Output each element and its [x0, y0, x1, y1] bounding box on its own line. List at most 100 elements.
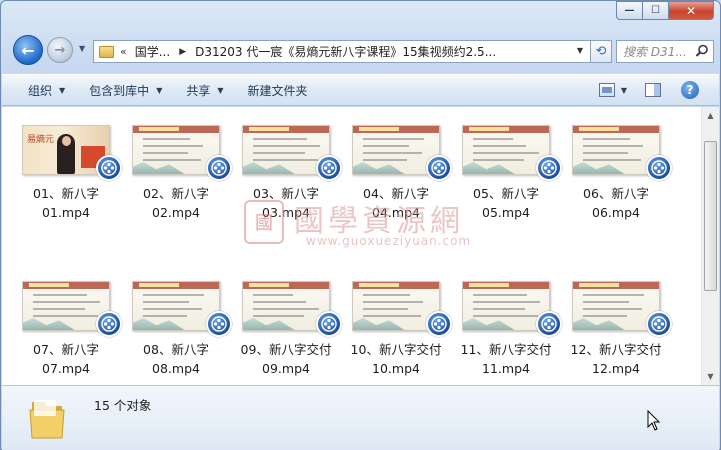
media-player-badge-icon [646, 311, 672, 337]
slide-text-line [473, 145, 526, 147]
file-item[interactable]: 02、新八字 02.mp4 [122, 125, 232, 235]
chevron-down-icon: ▼ [59, 85, 66, 95]
slide-title-bar [359, 283, 399, 287]
chevron-down-icon: ▼ [156, 85, 163, 95]
media-player-badge-icon [646, 155, 672, 181]
navigation-bar: ← → ▼ « 国学... ▶ D31203 代一宸《易熵元新八字课程》15集视… [9, 35, 714, 67]
scroll-down-arrow-icon[interactable]: ▼ [702, 368, 719, 385]
slide-text-line [583, 315, 627, 317]
slide-text-line [363, 294, 410, 296]
slide-title-bar [469, 127, 509, 131]
slide-text-line [473, 152, 539, 154]
slide-text-line [33, 294, 87, 296]
file-list[interactable]: 易熵元 01、新八字 01.mp4 02、新八字 02.mp4 03、新八字 03.m… [2, 107, 701, 385]
media-player-badge-icon [316, 311, 342, 337]
address-overflow-button[interactable]: « [120, 45, 127, 58]
file-name: 11、新八字交付 11.mp4 [460, 342, 552, 376]
slide-mountain-art [573, 162, 625, 174]
slide-text-line [143, 294, 204, 296]
item-count: 15 个对象 [94, 398, 152, 413]
media-player-badge-icon [96, 311, 122, 337]
slide-mountain-art [133, 162, 185, 174]
view-options-chevron-icon[interactable]: ▼ [621, 86, 627, 95]
breadcrumb-segment-guoxue[interactable]: 国学... [135, 43, 170, 60]
command-bar: 组织 ▼ 包含到库中 ▼ 共享 ▼ 新建文件夹 ▼ ? [2, 74, 719, 106]
close-button[interactable]: ✕ [669, 1, 714, 20]
vertical-scrollbar[interactable]: ▲ ▼ [701, 107, 719, 385]
slide-text-line [583, 308, 642, 310]
slide-text-line [473, 308, 525, 310]
file-name: 02、新八字 02.mp4 [143, 186, 209, 220]
new-folder-label: 新建文件夹 [247, 83, 308, 98]
slide-text-line [253, 294, 293, 296]
file-name: 10、新八字交付 10.mp4 [350, 342, 442, 376]
file-name: 04、新八字 04.mp4 [363, 186, 429, 220]
caption-buttons: — ☐ ✕ [616, 1, 714, 20]
slide-mountain-art [463, 162, 515, 174]
details-pane: 15 个对象 [2, 385, 719, 450]
organize-menu[interactable]: 组织 ▼ [16, 75, 77, 105]
slide-text-line [473, 301, 540, 303]
media-player-badge-icon [96, 155, 122, 181]
recent-pages-dropdown[interactable]: ▼ [79, 44, 85, 53]
slide-text-line [253, 301, 306, 303]
slide-text-line [143, 315, 187, 317]
change-view-icon[interactable] [598, 83, 615, 97]
file-item[interactable]: 07、新八字 07.mp4 [12, 281, 122, 385]
slide-text-line [583, 138, 630, 140]
breadcrumb-segment-current[interactable]: D31203 代一宸《易熵元新八字课程》15集视频约2.5... [195, 43, 496, 60]
toolbar-right-group: ▼ ? [598, 81, 699, 99]
media-player-badge-icon [426, 311, 452, 337]
folder-icon [29, 400, 65, 439]
file-item[interactable]: 09、新八字交付 09.mp4 [232, 281, 342, 385]
scroll-up-arrow-icon[interactable]: ▲ [702, 107, 719, 124]
file-name: 06、新八字 06.mp4 [583, 186, 649, 220]
slide-title-bar [359, 127, 399, 131]
preview-pane-icon[interactable] [645, 83, 661, 97]
address-bar[interactable]: « 国学... ▶ D31203 代一宸《易熵元新八字课程》15集视频约2.5.… [93, 40, 591, 63]
slide-mountain-art [463, 318, 515, 330]
slide-title-bar [249, 127, 289, 131]
organize-label: 组织 [28, 83, 53, 98]
mouse-cursor-icon [647, 410, 661, 431]
slide-mountain-art [133, 318, 185, 330]
share-label: 共享 [186, 83, 211, 98]
file-item[interactable]: 易熵元 01、新八字 01.mp4 [12, 125, 122, 235]
breadcrumb-separator-icon[interactable]: ▶ [179, 47, 186, 57]
minimize-button[interactable]: — [616, 1, 643, 20]
new-folder-button[interactable]: 新建文件夹 [236, 75, 320, 105]
slide-text-line [143, 145, 203, 147]
help-icon[interactable]: ? [681, 81, 699, 99]
media-player-badge-icon [536, 155, 562, 181]
forward-button[interactable]: → [47, 37, 73, 63]
search-input[interactable]: 搜索 D31... [616, 40, 714, 63]
slide-text-line [253, 308, 319, 310]
file-item[interactable]: 12、新八字交付 12.mp4 [562, 281, 672, 385]
file-item[interactable]: 03、新八字 03.mp4 [232, 125, 342, 235]
address-dropdown-icon[interactable]: ▼ [577, 46, 583, 55]
slide-mountain-art [243, 318, 295, 330]
maximize-button[interactable]: ☐ [643, 1, 669, 20]
slide-text-line [473, 294, 527, 296]
include-in-library-menu[interactable]: 包含到库中 ▼ [77, 75, 174, 105]
slide-text-line [253, 145, 320, 147]
file-item[interactable]: 06、新八字 06.mp4 [562, 125, 672, 235]
scrollbar-thumb[interactable] [704, 141, 717, 291]
slide-text-line [583, 159, 641, 161]
file-item[interactable]: 08、新八字 08.mp4 [122, 281, 232, 385]
folder-icon [99, 45, 114, 58]
share-menu[interactable]: 共享 ▼ [174, 75, 235, 105]
file-item[interactable]: 11、新八字交付 11.mp4 [452, 281, 562, 385]
file-item[interactable]: 05、新八字 05.mp4 [452, 125, 562, 235]
file-name: 12、新八字交付 12.mp4 [570, 342, 662, 376]
slide-text-line [473, 138, 513, 140]
file-item[interactable]: 04、新八字 04.mp4 [342, 125, 452, 235]
slide-text-line [33, 315, 98, 317]
search-icon[interactable] [695, 44, 709, 58]
slide-title-bar [249, 283, 289, 287]
refresh-button[interactable]: ⟲ [591, 40, 612, 63]
explorer-window: — ☐ ✕ ← → ▼ « 国学... ▶ D31203 代一宸《易熵元新八字课… [0, 0, 721, 450]
file-item[interactable]: 10、新八字交付 10.mp4 [342, 281, 452, 385]
slide-mountain-art [573, 318, 625, 330]
back-button[interactable]: ← [13, 35, 43, 65]
